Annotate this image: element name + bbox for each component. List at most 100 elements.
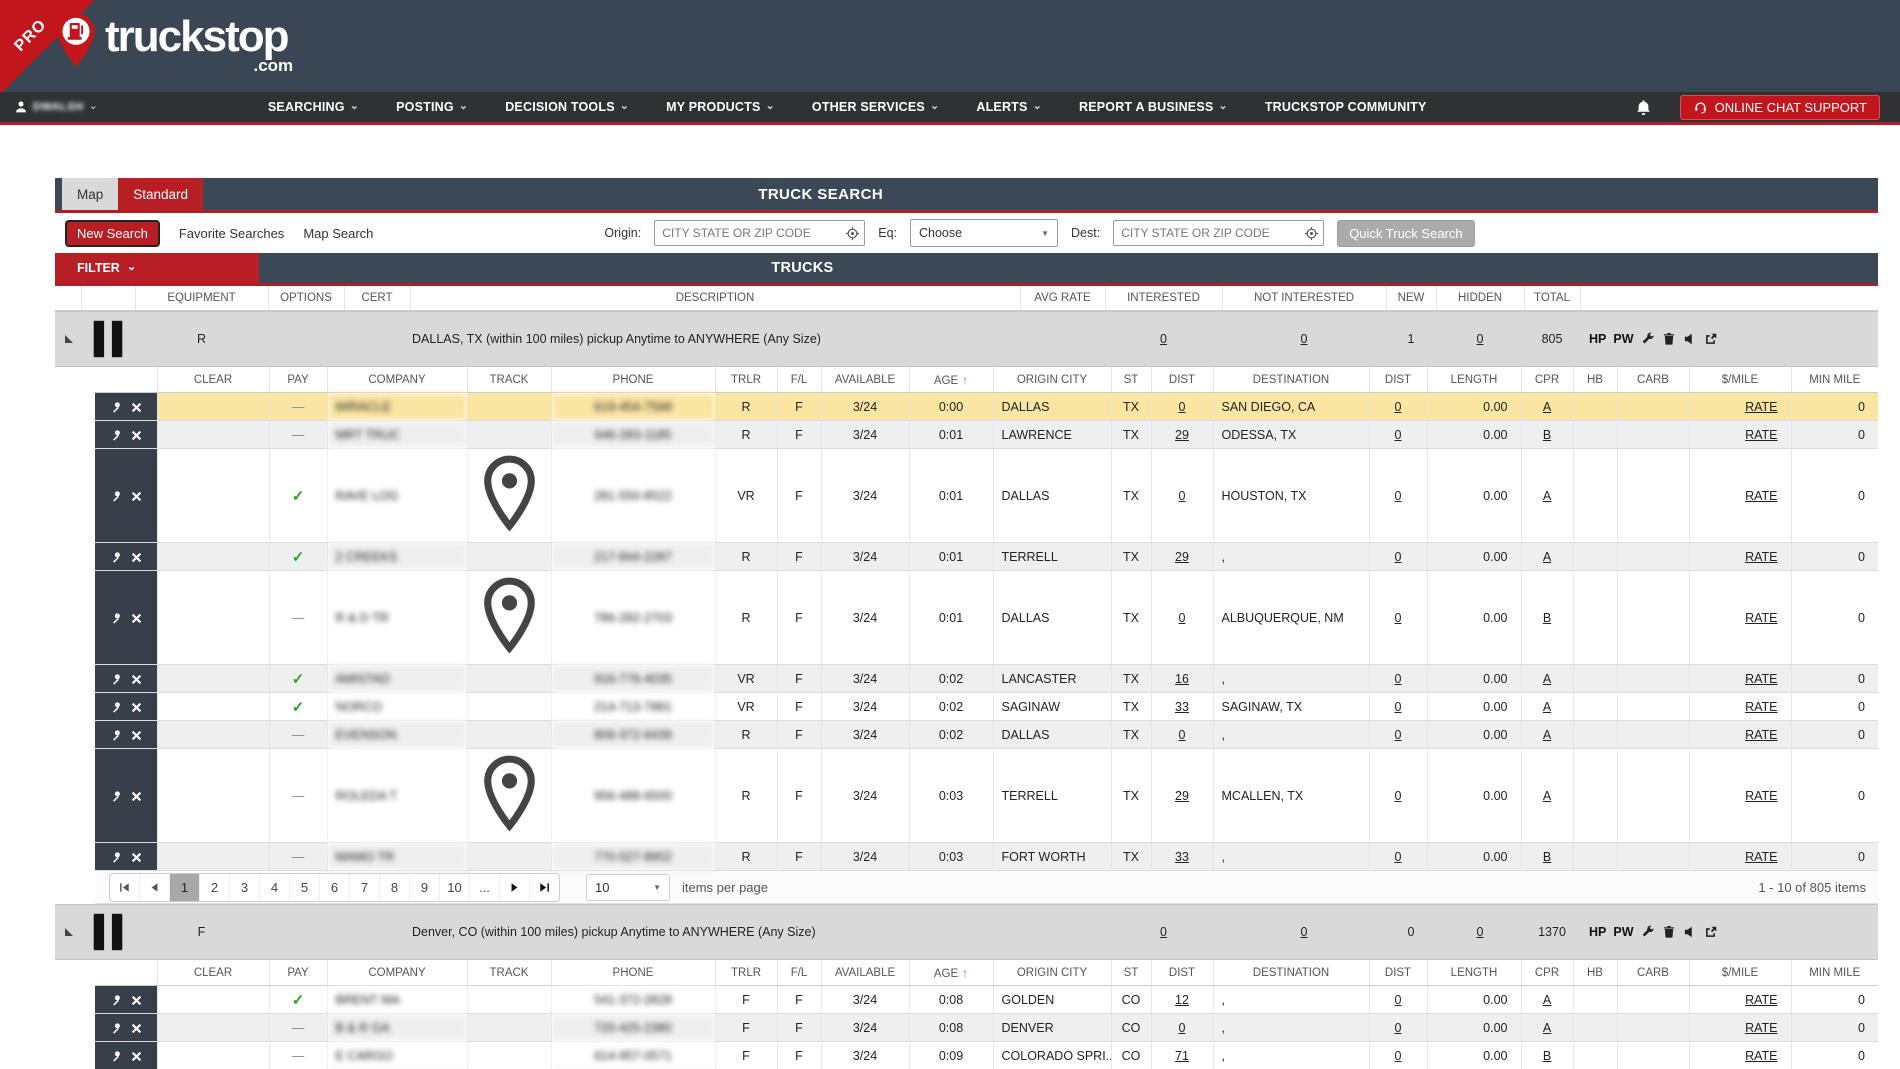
pin-truck-icon[interactable] bbox=[109, 729, 122, 742]
truck-result-row[interactable]: — EVENSON 806-372-6439 R F 3/24 0:02 DALLAS TX 0,… bbox=[95, 720, 1878, 750]
origin-dist-link[interactable]: 71 bbox=[1175, 1049, 1189, 1063]
rate-link[interactable]: RATE bbox=[1745, 1049, 1777, 1063]
cpr-link[interactable]: A bbox=[1543, 550, 1551, 564]
dest-dist-link[interactable]: 0 bbox=[1395, 672, 1402, 686]
rate-link[interactable]: RATE bbox=[1745, 700, 1777, 714]
dest-dist-link[interactable]: 0 bbox=[1395, 1021, 1402, 1035]
hide-truck-x-icon[interactable] bbox=[130, 1022, 143, 1035]
origin-dist-link[interactable]: 33 bbox=[1175, 700, 1189, 714]
hide-truck-x-icon[interactable] bbox=[130, 673, 143, 686]
origin-dist-link[interactable]: 29 bbox=[1175, 550, 1189, 564]
pager-page-10[interactable]: 10 bbox=[439, 873, 469, 901]
edit-search-wrench-icon[interactable] bbox=[1641, 925, 1655, 939]
truck-result-row[interactable]: — R & D TR 786-282-2703 R F 3/24 0:01 DALLAS TX 0… bbox=[95, 570, 1878, 666]
pin-truck-icon[interactable] bbox=[109, 994, 122, 1007]
nav-item-posting[interactable]: POSTING ⌄ bbox=[396, 100, 468, 114]
origin-dist-link[interactable]: 0 bbox=[1179, 400, 1186, 414]
collapse-group-icon[interactable] bbox=[65, 335, 73, 343]
hidden-count-link[interactable]: 0 bbox=[1477, 925, 1484, 939]
hp-toggle[interactable]: HP bbox=[1589, 925, 1606, 939]
hidden-count-link[interactable]: 0 bbox=[1477, 332, 1484, 346]
hide-truck-x-icon[interactable] bbox=[130, 401, 143, 414]
announce-speaker-icon[interactable] bbox=[1683, 332, 1697, 346]
column-header-age[interactable]: AGE ↑ bbox=[908, 367, 993, 393]
cpr-link[interactable]: A bbox=[1543, 489, 1551, 503]
origin-target-icon[interactable] bbox=[845, 226, 860, 241]
origin-dist-link[interactable]: 0 bbox=[1179, 489, 1186, 503]
truckstop-logo[interactable]: truckstop .com bbox=[55, 12, 293, 76]
truck-result-row[interactable]: ✓ RAVE LOG 281-550-8522 VR F 3/24 0:01 DALLAS TX… bbox=[95, 448, 1878, 544]
dest-dist-link[interactable]: 0 bbox=[1395, 789, 1402, 803]
interested-count-link[interactable]: 0 bbox=[1160, 332, 1167, 346]
map-search-link[interactable]: Map Search bbox=[303, 226, 373, 241]
track-location-icon[interactable] bbox=[469, 572, 550, 663]
nav-item-alerts[interactable]: ALERTS ⌄ bbox=[976, 100, 1042, 114]
hide-truck-x-icon[interactable] bbox=[130, 994, 143, 1007]
hide-truck-x-icon[interactable] bbox=[130, 612, 143, 625]
dest-dist-link[interactable]: 0 bbox=[1395, 700, 1402, 714]
nav-item-decision-tools[interactable]: DECISION TOOLS ⌄ bbox=[505, 100, 629, 114]
pin-truck-icon[interactable] bbox=[109, 851, 122, 864]
hide-truck-x-icon[interactable] bbox=[130, 1050, 143, 1063]
nav-item-searching[interactable]: SEARCHING ⌄ bbox=[268, 100, 359, 114]
dest-input[interactable] bbox=[1113, 220, 1325, 246]
pin-truck-icon[interactable] bbox=[109, 551, 122, 564]
cpr-link[interactable]: B bbox=[1543, 850, 1551, 864]
pager-page-3[interactable]: 3 bbox=[229, 873, 259, 901]
nav-item-other-services[interactable]: OTHER SERVICES ⌄ bbox=[812, 100, 939, 114]
rate-link[interactable]: RATE bbox=[1745, 550, 1777, 564]
favorite-searches-link[interactable]: Favorite Searches bbox=[179, 226, 285, 241]
items-per-page-select[interactable]: 10 ▼ bbox=[586, 873, 670, 901]
notifications-bell-icon[interactable] bbox=[1635, 99, 1652, 116]
dest-dist-link[interactable]: 0 bbox=[1395, 428, 1402, 442]
pin-truck-icon[interactable] bbox=[109, 673, 122, 686]
pw-toggle[interactable]: PW bbox=[1613, 925, 1633, 939]
delete-search-trash-icon[interactable] bbox=[1662, 925, 1676, 939]
hide-truck-x-icon[interactable] bbox=[130, 851, 143, 864]
pin-truck-icon[interactable] bbox=[109, 429, 122, 442]
tab-standard[interactable]: Standard bbox=[118, 178, 204, 210]
pause-search-icon[interactable] bbox=[82, 906, 134, 958]
column-header-age[interactable]: AGE ↑ bbox=[908, 960, 993, 987]
rate-link[interactable]: RATE bbox=[1745, 489, 1777, 503]
cpr-link[interactable]: A bbox=[1543, 789, 1551, 803]
interested-count-link[interactable]: 0 bbox=[1160, 925, 1167, 939]
pin-truck-icon[interactable] bbox=[109, 612, 122, 625]
rate-link[interactable]: RATE bbox=[1745, 789, 1777, 803]
cpr-link[interactable]: B bbox=[1543, 428, 1551, 442]
new-search-button[interactable]: New Search bbox=[65, 219, 160, 247]
dest-dist-link[interactable]: 0 bbox=[1395, 489, 1402, 503]
edit-search-wrench-icon[interactable] bbox=[1641, 332, 1655, 346]
quick-truck-search-button[interactable]: Quick Truck Search bbox=[1337, 219, 1475, 247]
pw-toggle[interactable]: PW bbox=[1613, 332, 1633, 346]
track-location-icon[interactable] bbox=[469, 750, 550, 841]
cpr-link[interactable]: A bbox=[1543, 993, 1551, 1007]
pause-search-icon[interactable] bbox=[82, 313, 134, 365]
dest-target-icon[interactable] bbox=[1304, 226, 1319, 241]
truck-result-row[interactable]: — MAMO TR 770-527-8952 R F 3/24 0:03 FORT WORTH… bbox=[95, 842, 1878, 872]
nav-item-report-a-business[interactable]: REPORT A BUSINESS ⌄ bbox=[1079, 100, 1228, 114]
pager-first-button[interactable] bbox=[110, 874, 139, 901]
truck-result-row[interactable]: — MRT TRUC 646-283-1185 R F 3/24 0:01 LAWRENCE T… bbox=[95, 420, 1878, 449]
collapse-group-icon[interactable] bbox=[65, 928, 73, 937]
cpr-link[interactable]: A bbox=[1543, 672, 1551, 686]
origin-dist-link[interactable]: 29 bbox=[1175, 428, 1189, 442]
nav-item-truckstop-community[interactable]: TRUCKSTOP COMMUNITY bbox=[1265, 100, 1427, 114]
rate-link[interactable]: RATE bbox=[1745, 728, 1777, 742]
rate-link[interactable]: RATE bbox=[1745, 993, 1777, 1007]
rate-link[interactable]: RATE bbox=[1745, 428, 1777, 442]
cpr-link[interactable]: A bbox=[1543, 400, 1551, 414]
pin-truck-icon[interactable] bbox=[109, 1050, 122, 1063]
dest-dist-link[interactable]: 0 bbox=[1395, 550, 1402, 564]
cpr-link[interactable]: B bbox=[1543, 611, 1551, 625]
dest-dist-link[interactable]: 0 bbox=[1395, 728, 1402, 742]
truck-result-row[interactable]: ✓ AMISTAD 916-776-4035 VR F 3/24 0:02 LANCASTER… bbox=[95, 664, 1878, 694]
origin-dist-link[interactable]: 29 bbox=[1175, 789, 1189, 803]
open-external-link-icon[interactable] bbox=[1704, 332, 1718, 346]
truck-result-row[interactable]: — ROLEDA T 956-488-6500 R F 3/24 0:03 TERRELL TX… bbox=[95, 748, 1878, 844]
truck-result-row[interactable]: ✓ BRENT MA 541-372-2828 F F 3/24 0:08 GOLDEN CO 1… bbox=[95, 985, 1878, 1015]
truck-result-row[interactable]: — MIRACLE 619-454-7568 R F 3/24 0:00 DALLAS TX 0 S… bbox=[95, 392, 1878, 421]
pager-next-button[interactable] bbox=[499, 873, 529, 901]
hide-truck-x-icon[interactable] bbox=[130, 490, 143, 503]
not-interested-count-link[interactable]: 0 bbox=[1301, 332, 1308, 346]
